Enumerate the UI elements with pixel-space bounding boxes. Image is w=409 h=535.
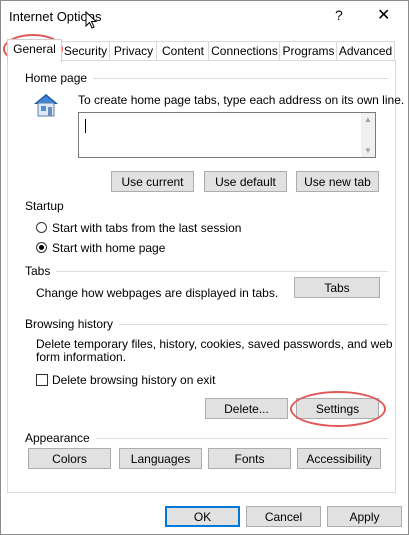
appearance-group-label: Appearance [25,431,96,445]
startup-group-label: Startup [25,199,70,213]
use-current-button[interactable]: Use current [111,171,194,192]
radio-home-page[interactable] [36,242,47,253]
apply-button[interactable]: Apply [327,506,402,527]
tabs-group-label: Tabs [25,264,57,278]
use-new-tab-button[interactable]: Use new tab [296,171,379,192]
home-page-address-input[interactable]: ▲ ▼ [78,112,376,158]
tabs-button[interactable]: Tabs [294,277,380,298]
tabs-group-line [25,271,388,272]
home-page-group-label: Home page [25,71,94,85]
tab-advanced[interactable]: Advanced [336,41,395,61]
radio-last-session[interactable] [36,222,47,233]
delete-on-exit-checkbox[interactable] [36,374,48,386]
delete-history-button[interactable]: Delete... [205,398,288,419]
home-page-instructions: To create home page tabs, type each addr… [78,93,405,107]
tabs-description: Change how webpages are displayed in tab… [36,286,279,300]
scroll-down-icon[interactable]: ▼ [364,146,372,155]
highlight-ring-settings-button [290,391,386,427]
scroll-up-icon[interactable]: ▲ [364,115,372,124]
tab-content[interactable]: Content [156,41,210,61]
tab-security[interactable]: Security [60,41,111,61]
languages-button[interactable]: Languages [119,448,202,469]
colors-button[interactable]: Colors [28,448,111,469]
tab-general[interactable]: General [7,39,62,62]
cancel-button[interactable]: Cancel [246,506,321,527]
close-button[interactable]: ✕ [377,5,390,25]
text-caret [85,119,86,133]
tab-connections[interactable]: Connections [208,41,281,61]
use-default-button[interactable]: Use default [204,171,287,192]
accessibility-button[interactable]: Accessibility [297,448,381,469]
browsing-history-description-line1: Delete temporary files, history, cookies… [36,337,393,351]
address-scrollbar[interactable]: ▲ ▼ [361,113,375,157]
help-button[interactable]: ? [335,7,343,23]
browsing-history-group-label: Browsing history [25,317,120,331]
radio-home-page-label: Start with home page [52,241,166,255]
tab-programs[interactable]: Programs [279,41,338,61]
ok-button[interactable]: OK [165,506,240,527]
fonts-button[interactable]: Fonts [208,448,291,469]
radio-last-session-label: Start with tabs from the last session [52,221,242,235]
title-bar: Internet Options ? ✕ [1,1,408,33]
browsing-history-description-line2: form information. [36,350,127,364]
delete-on-exit-label: Delete browsing history on exit [52,373,216,387]
tab-privacy[interactable]: Privacy [109,41,158,61]
mouse-cursor-icon [85,11,98,29]
home-page-house-icon [34,94,58,117]
internet-options-dialog: Internet Options ? ✕ General Security Pr… [0,0,409,535]
